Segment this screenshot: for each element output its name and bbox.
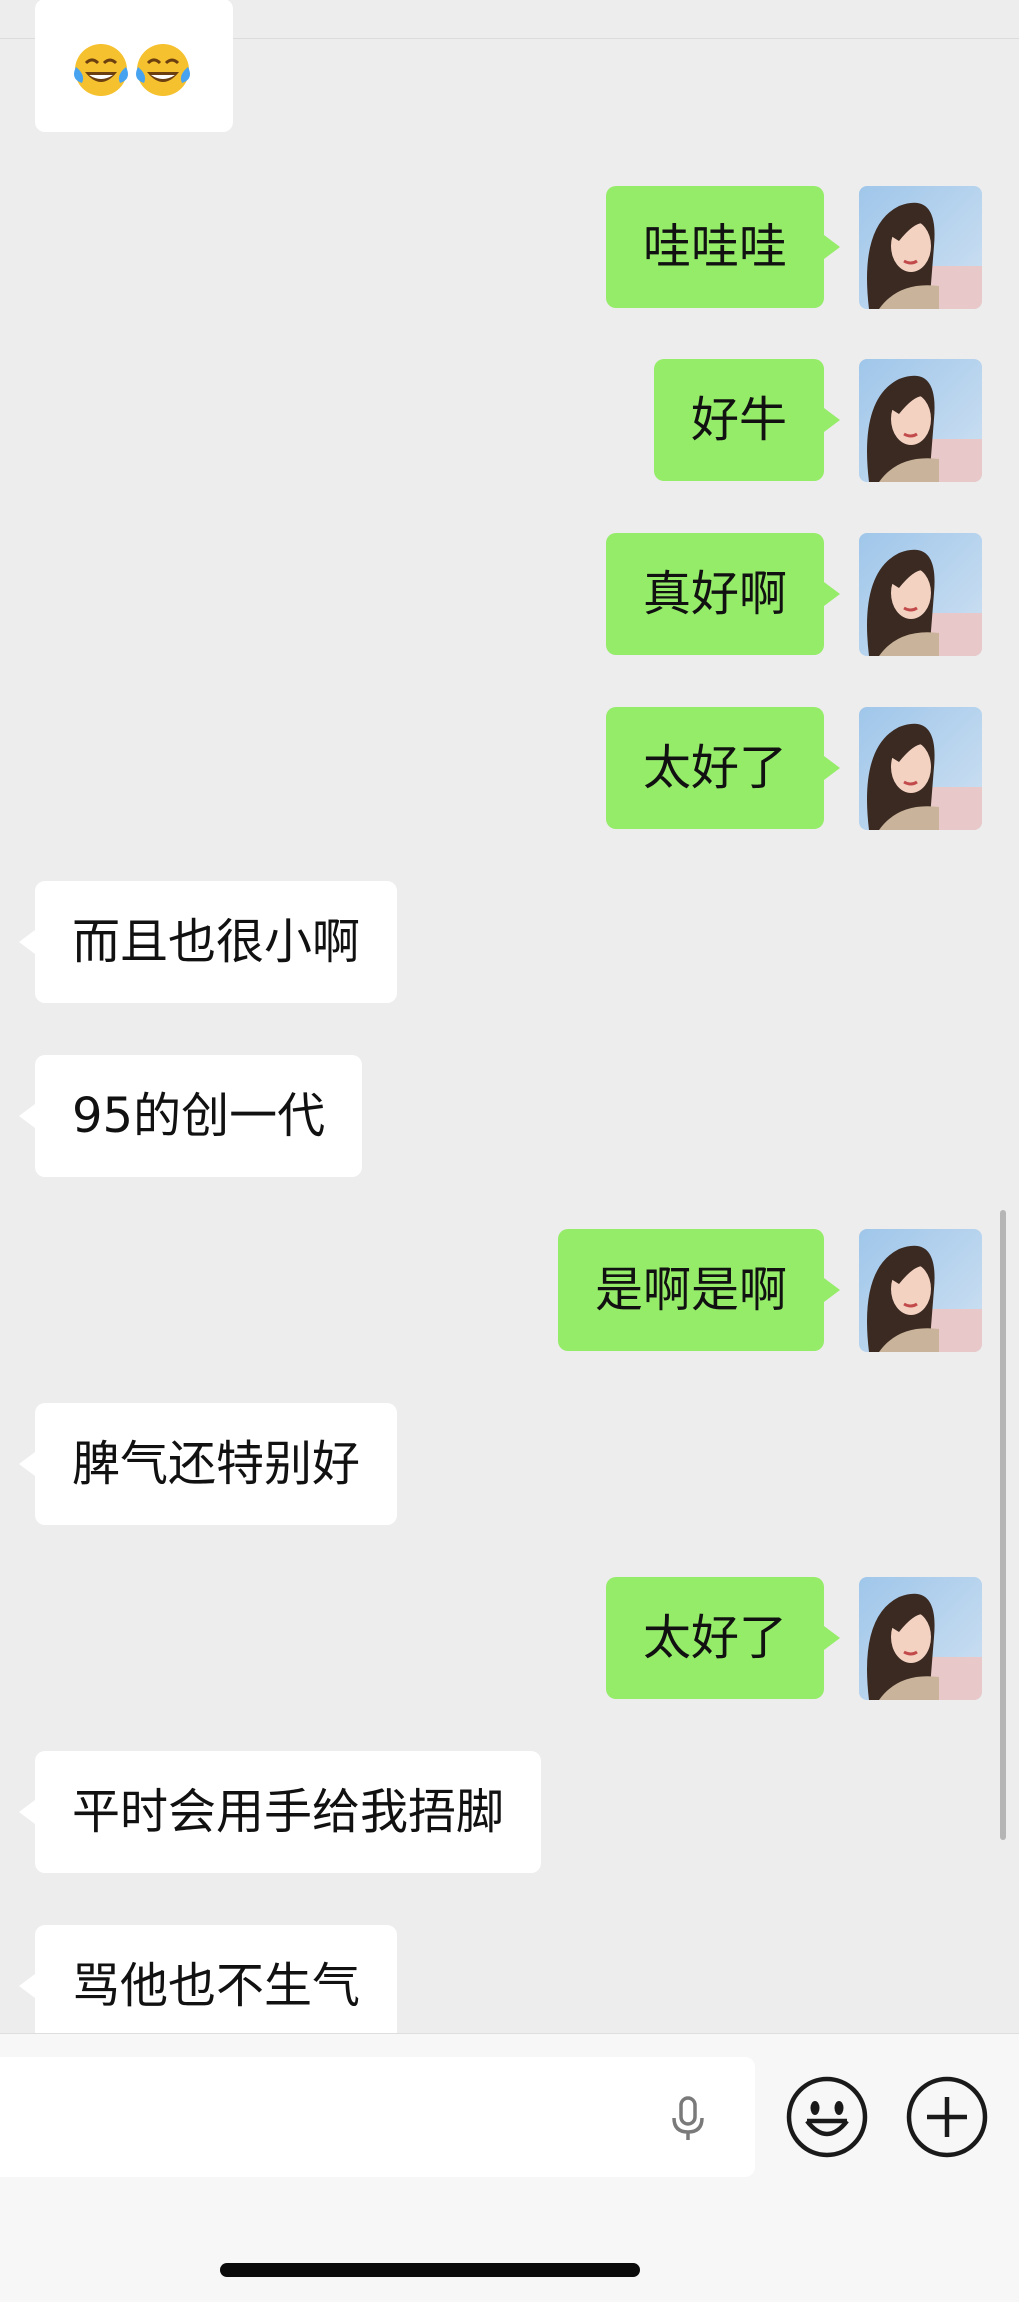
message-row-received: 95的创一代 [0,1055,1019,1177]
user-avatar[interactable] [859,533,982,656]
sent-message-bubble[interactable]: 哇哇哇 [605,186,841,308]
user-avatar[interactable] [859,186,982,309]
message-row-received: 骂他也不生气 [0,1925,1019,2033]
sent-message-bubble[interactable]: 太好了 [605,707,841,829]
received-message-bubble[interactable]: 平时会用手给我捂脚 [18,1751,542,1873]
emoji-icon[interactable] [785,2075,869,2159]
sent-message-bubble[interactable]: 好牛 [653,359,841,481]
message-row-sent: 是啊是啊 [0,1229,1019,1352]
home-indicator [220,2263,640,2277]
message-input[interactable] [0,2057,640,2177]
chat-message-list[interactable]: 哇哇哇 好牛 真好啊 太好了 而且也很小啊 95的创一代 是啊是啊 脾气还特别好… [0,0,1019,2033]
user-avatar[interactable] [859,707,982,830]
message-row-sent: 真好啊 [0,533,1019,656]
message-input-bar [0,2033,1019,2302]
received-message-bubble[interactable]: 而且也很小啊 [18,881,398,1003]
message-row-sent: 好牛 [0,359,1019,482]
user-avatar[interactable] [859,359,982,482]
message-row-received: 脾气还特别好 [0,1403,1019,1525]
message-row-sent: 哇哇哇 [0,186,1019,309]
tears-of-joy-emoji-icon [136,44,190,96]
message-row-received: 平时会用手给我捂脚 [0,1751,1019,1873]
message-row-sent: 太好了 [0,1577,1019,1700]
received-message-bubble[interactable]: 脾气还特别好 [18,1403,398,1525]
message-row-sent: 太好了 [0,707,1019,830]
sent-message-bubble[interactable]: 真好啊 [605,533,841,655]
tears-of-joy-emoji-icon [74,44,128,96]
sent-message-bubble[interactable]: 是啊是啊 [557,1229,841,1351]
received-message-bubble[interactable]: 95的创一代 [18,1055,363,1177]
user-avatar[interactable] [859,1229,982,1352]
plus-icon[interactable] [905,2075,989,2159]
microphone-icon[interactable] [664,2094,712,2142]
user-avatar[interactable] [859,1577,982,1700]
message-text-field[interactable] [0,2057,755,2177]
emoji-message-bubble[interactable] [35,0,233,132]
chat-scrollbar[interactable] [1000,1210,1006,1840]
message-row-received [0,0,1019,132]
message-row-received: 而且也很小啊 [0,881,1019,1003]
sent-message-bubble[interactable]: 太好了 [605,1577,841,1699]
received-message-bubble[interactable]: 骂他也不生气 [18,1925,398,2033]
